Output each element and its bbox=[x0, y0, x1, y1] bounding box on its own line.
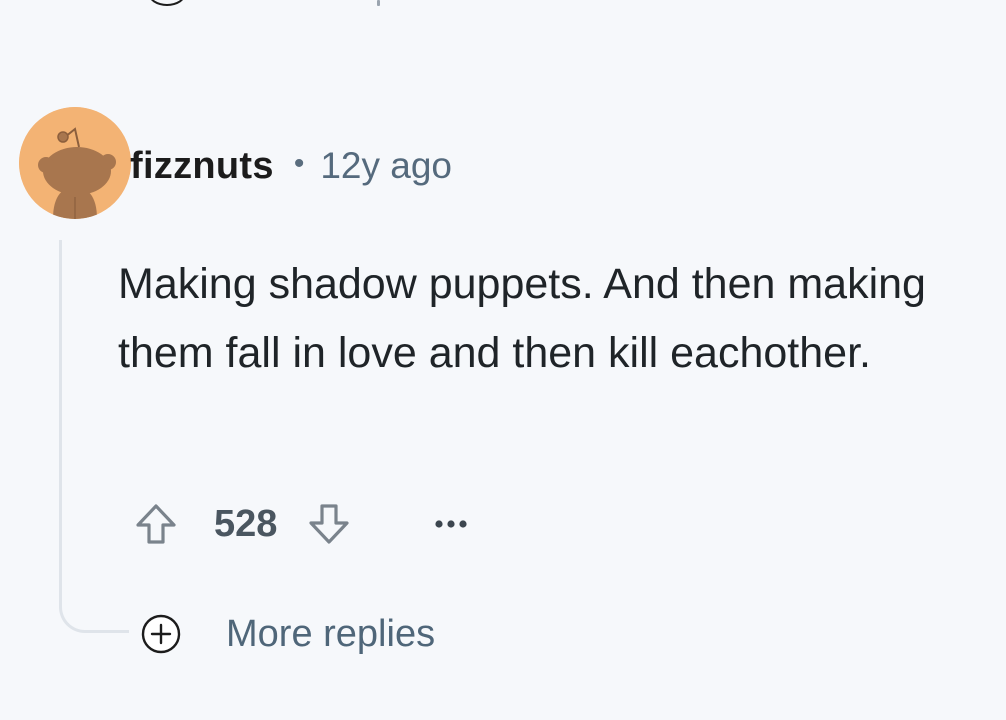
more-replies-button[interactable]: More replies bbox=[141, 609, 435, 659]
arrow-down-outline-icon bbox=[309, 504, 350, 544]
upvote-button[interactable] bbox=[130, 498, 182, 550]
comment-header: fizznuts • 12y ago bbox=[130, 140, 452, 192]
arrow-up-outline-icon bbox=[136, 504, 176, 544]
ellipsis-icon bbox=[435, 520, 468, 528]
snoo-avatar-icon bbox=[19, 107, 131, 219]
collapse-button-partial[interactable] bbox=[148, 0, 188, 6]
avatar[interactable] bbox=[19, 107, 131, 219]
username-link[interactable]: fizznuts bbox=[130, 145, 274, 188]
more-options-button[interactable] bbox=[431, 504, 471, 544]
more-replies-label: More replies bbox=[226, 612, 436, 655]
downvote-button[interactable] bbox=[303, 498, 355, 550]
comment-body: Making shadow puppets. And then making t… bbox=[118, 260, 926, 377]
meta-separator: • bbox=[293, 147, 305, 180]
top-divider-fragment bbox=[377, 0, 380, 6]
comment-action-bar: 528 bbox=[130, 496, 471, 552]
vote-score: 528 bbox=[214, 502, 278, 545]
plus-circle-icon bbox=[141, 614, 181, 654]
circle-icon bbox=[148, 0, 186, 6]
timestamp[interactable]: 12y ago bbox=[320, 145, 452, 187]
